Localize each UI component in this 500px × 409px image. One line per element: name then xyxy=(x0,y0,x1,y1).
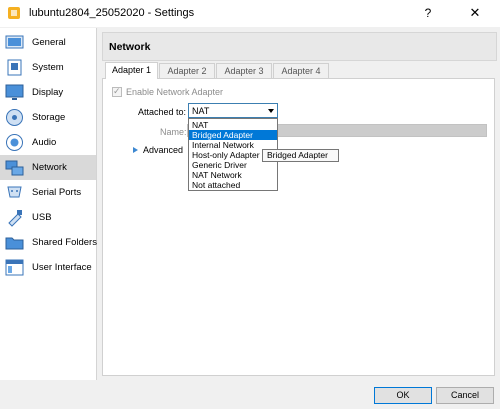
close-button[interactable]: ✕ xyxy=(455,3,495,23)
title-bar: lubuntu2804_25052020 - Settings ? ✕ xyxy=(0,0,500,27)
sidebar-item-label: User Interface xyxy=(32,262,92,273)
checkmark-icon: ✓ xyxy=(113,86,121,96)
user-interface-icon xyxy=(5,259,24,276)
dropdown-option-not-attached[interactable]: Not attached xyxy=(189,180,277,190)
dropdown-option-bridged-adapter[interactable]: Bridged Adapter xyxy=(189,130,277,140)
help-button[interactable]: ? xyxy=(413,3,443,23)
cancel-button[interactable]: Cancel xyxy=(436,387,494,404)
adapter-tab-pane xyxy=(102,78,495,376)
virtualbox-app-icon xyxy=(8,7,20,19)
sidebar-item-label: Display xyxy=(32,87,64,98)
enable-network-adapter-checkbox[interactable]: ✓ xyxy=(112,86,122,97)
sidebar-item-system[interactable]: System xyxy=(0,55,96,80)
enable-network-adapter-label: Enable Network Adapter xyxy=(126,87,224,97)
sidebar-item-user-interface[interactable]: User Interface xyxy=(0,255,96,280)
display-icon xyxy=(5,84,24,100)
network-icon xyxy=(5,160,24,176)
serial-ports-icon xyxy=(7,186,22,198)
expand-arrow-icon[interactable] xyxy=(133,147,138,153)
chevron-down-icon xyxy=(268,109,274,113)
dropdown-option-nat[interactable]: NAT xyxy=(189,120,277,130)
settings-sidebar: General System Display Storage Audio Net… xyxy=(0,28,97,380)
section-header: Network xyxy=(102,32,497,61)
sidebar-item-storage[interactable]: Storage xyxy=(0,105,96,130)
sidebar-item-shared-folders[interactable]: Shared Folders xyxy=(0,230,97,255)
sidebar-item-label: Storage xyxy=(32,112,66,123)
sidebar-item-general[interactable]: General xyxy=(0,30,96,55)
audio-icon xyxy=(6,134,23,151)
shared-folders-icon xyxy=(5,237,24,250)
attached-to-value: NAT xyxy=(192,106,210,116)
dropdown-option-nat-network[interactable]: NAT Network xyxy=(189,170,277,180)
general-icon xyxy=(5,35,24,49)
name-label: Name: xyxy=(160,127,187,137)
sidebar-item-label: Network xyxy=(32,162,67,173)
tab-adapter-4[interactable]: Adapter 4 xyxy=(273,63,329,79)
sidebar-item-network[interactable]: Network xyxy=(0,155,96,180)
window-title: lubuntu2804_25052020 - Settings xyxy=(29,7,195,19)
sidebar-item-label: System xyxy=(32,62,64,73)
tab-adapter-3[interactable]: Adapter 3 xyxy=(216,63,272,79)
tab-adapter-2[interactable]: Adapter 2 xyxy=(159,63,215,79)
attached-to-combobox[interactable]: NAT xyxy=(188,103,278,118)
section-title: Network xyxy=(109,41,151,53)
ok-button[interactable]: OK xyxy=(374,387,432,404)
sidebar-item-label: USB xyxy=(32,212,52,223)
sidebar-item-usb[interactable]: USB xyxy=(0,205,96,230)
advanced-toggle[interactable]: Advanced xyxy=(143,145,183,155)
tooltip: Bridged Adapter xyxy=(262,149,339,162)
sidebar-item-label: Shared Folders xyxy=(32,237,97,248)
sidebar-item-label: General xyxy=(32,37,66,48)
sidebar-item-label: Audio xyxy=(32,137,57,148)
attached-to-label: Attached to: xyxy=(138,107,187,117)
storage-icon xyxy=(6,109,23,126)
sidebar-item-label: Serial Ports xyxy=(32,187,82,198)
system-icon xyxy=(7,59,22,76)
sidebar-item-serial-ports[interactable]: Serial Ports xyxy=(0,180,96,205)
tab-adapter-1[interactable]: Adapter 1 xyxy=(105,62,158,79)
sidebar-item-display[interactable]: Display xyxy=(0,80,96,105)
sidebar-item-audio[interactable]: Audio xyxy=(0,130,96,155)
usb-icon xyxy=(8,210,22,227)
